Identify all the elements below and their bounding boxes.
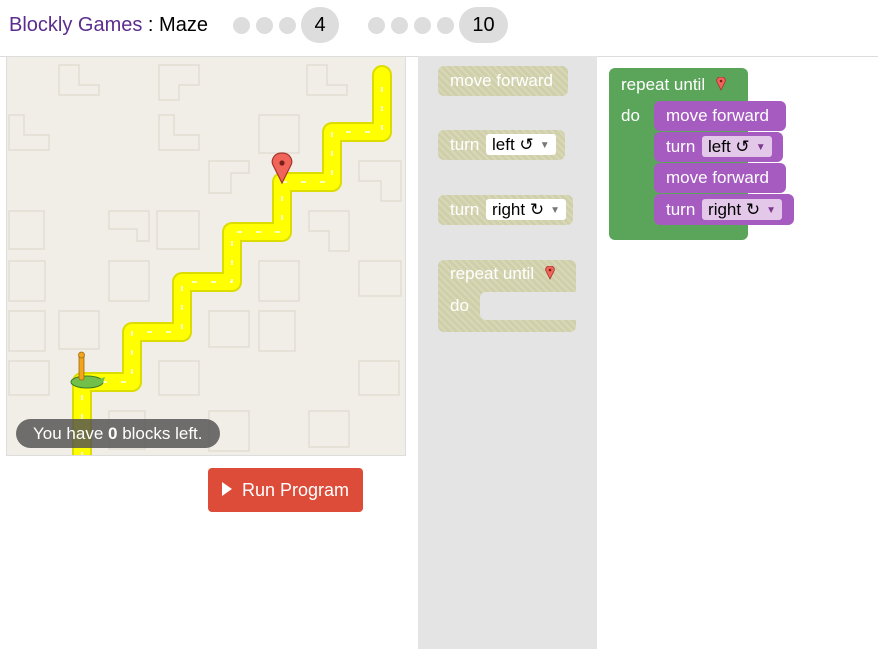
level-8-dot[interactable] bbox=[437, 17, 454, 34]
do-label: do bbox=[450, 296, 469, 315]
dropdown-arrow-icon: ▼ bbox=[539, 140, 550, 152]
turn-left-option: left ↺ bbox=[708, 137, 750, 156]
level-2-dot[interactable] bbox=[256, 17, 273, 34]
move-forward-label: move forward bbox=[450, 71, 553, 90]
page-title: Blockly Games : Maze bbox=[9, 14, 208, 37]
dropdown-arrow-icon: ▼ bbox=[755, 142, 766, 154]
turn-right-option: right ↻ bbox=[708, 200, 761, 219]
turn-left-option: left ↺ bbox=[492, 135, 534, 154]
repeat-until-label: repeat until bbox=[450, 264, 535, 283]
run-program-button[interactable]: Run Program bbox=[208, 468, 363, 512]
dropdown-arrow-icon: ▼ bbox=[550, 205, 560, 217]
level-10-button[interactable]: 10 bbox=[459, 7, 508, 43]
toolbox-repeat-until-block[interactable]: repeat until do bbox=[438, 260, 576, 332]
level-4-current[interactable]: 4 bbox=[301, 7, 339, 43]
toolbox-move-forward-block[interactable]: move forward bbox=[438, 66, 568, 96]
dropdown-arrow-icon: ▼ bbox=[766, 205, 776, 217]
turn-right-dropdown[interactable]: right ↻ ▼ bbox=[486, 199, 566, 220]
game-name: Maze bbox=[159, 14, 208, 36]
workspace-move-forward-block[interactable]: move forward bbox=[654, 101, 786, 131]
workspace-turn-right-block[interactable]: turn right ↻ ▼ bbox=[654, 194, 794, 225]
turn-label: turn bbox=[450, 135, 480, 154]
capacity-suffix: blocks left. bbox=[117, 424, 203, 443]
level-5-dot[interactable] bbox=[368, 17, 385, 34]
toolbox-turn-right-block[interactable]: turn right ↻ ▼ bbox=[438, 195, 573, 225]
play-icon bbox=[221, 481, 232, 496]
turn-right-dropdown[interactable]: right ↻ ▼ bbox=[702, 199, 782, 220]
repeat-until-label: repeat until bbox=[621, 75, 706, 94]
turn-label: turn bbox=[666, 200, 696, 219]
maze-board bbox=[6, 56, 406, 456]
toolbox-flyout: move forward turn left ↺ ▼ turn right ↻ ▼ … bbox=[418, 56, 597, 649]
header: Blockly Games : Maze 4 10 bbox=[0, 0, 878, 56]
blockly-games-link[interactable]: Blockly Games bbox=[9, 14, 142, 36]
turn-label: turn bbox=[450, 200, 480, 219]
turn-right-option: right ↻ bbox=[492, 200, 545, 219]
do-label: do bbox=[621, 106, 640, 125]
player-pegman-icon bbox=[70, 351, 105, 389]
workspace-turn-left-block[interactable]: turn left ↺ ▼ bbox=[654, 132, 783, 162]
maze-svg bbox=[8, 64, 402, 455]
title-separator: : bbox=[142, 14, 160, 36]
level-3-dot[interactable] bbox=[279, 17, 296, 34]
turn-left-dropdown[interactable]: left ↺ ▼ bbox=[702, 136, 772, 157]
level-1-dot[interactable] bbox=[233, 17, 250, 34]
repeat-do-slot bbox=[480, 292, 576, 320]
turn-label: turn bbox=[666, 137, 696, 156]
toolbox-turn-left-block[interactable]: turn left ↺ ▼ bbox=[438, 130, 565, 160]
goal-marker-icon bbox=[716, 76, 726, 91]
goal-marker-icon bbox=[545, 265, 555, 280]
move-forward-label: move forward bbox=[666, 106, 769, 125]
run-program-label: Run Program bbox=[241, 479, 350, 500]
move-forward-label: move forward bbox=[666, 168, 769, 187]
blocks-left-indicator: You have 0 blocks left. bbox=[16, 419, 220, 448]
capacity-prefix: You have bbox=[33, 424, 108, 443]
repeat-until-header: repeat until bbox=[450, 264, 555, 284]
workspace-move-forward-block[interactable]: move forward bbox=[654, 163, 786, 193]
level-7-dot[interactable] bbox=[414, 17, 431, 34]
repeat-until-header: repeat until bbox=[621, 75, 726, 95]
maze-path bbox=[74, 67, 390, 455]
level-6-dot[interactable] bbox=[391, 17, 408, 34]
turn-left-dropdown[interactable]: left ↺ ▼ bbox=[486, 134, 556, 155]
